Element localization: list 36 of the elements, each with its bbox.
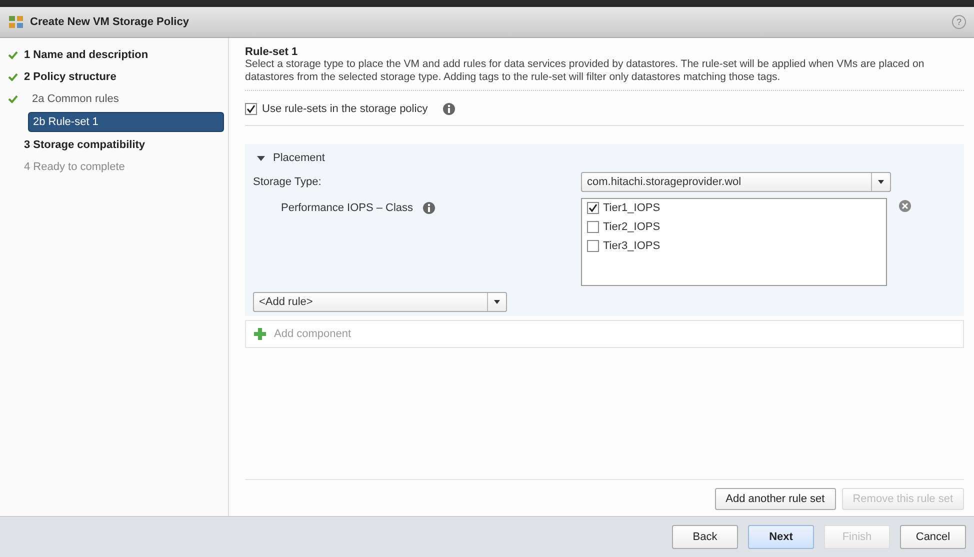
checkmark-icon xyxy=(8,51,18,59)
checkbox[interactable] xyxy=(245,103,257,115)
wizard-step[interactable]: 1 Name and description xyxy=(4,46,224,64)
option-label: Tier3_IOPS xyxy=(603,240,660,252)
option-label: Tier1_IOPS xyxy=(603,202,660,214)
rule-set-button[interactable]: Add another rule set xyxy=(714,488,836,510)
checkbox[interactable] xyxy=(587,240,599,252)
storage-policy-icon xyxy=(8,14,24,30)
wizard-step[interactable]: 3 Storage compatibility xyxy=(4,136,224,154)
window-title: Create New VM Storage Policy xyxy=(30,16,190,28)
wizard-button[interactable]: Cancel xyxy=(900,525,966,549)
option-label: Tier2_IOPS xyxy=(603,221,660,233)
storage-type-dropdown[interactable]: com.hitachi.storageprovider.wol xyxy=(581,172,891,192)
placement-title: Placement xyxy=(273,152,325,164)
storage-type-label: Storage Type: xyxy=(253,176,322,188)
info-icon xyxy=(442,103,455,115)
checkbox[interactable] xyxy=(587,202,599,214)
wizard-button[interactable]: Back xyxy=(672,525,738,549)
wizard-substep[interactable]: 2a Common rules xyxy=(4,90,224,108)
remove-icon[interactable] xyxy=(899,200,911,212)
expand-arrow-icon[interactable] xyxy=(257,154,265,162)
wizard-substep[interactable]: 2b Rule-set 1 xyxy=(28,112,224,132)
checkbox-label: Use rule-sets in the storage policy xyxy=(262,103,428,115)
rule-label: Performance IOPS – Class xyxy=(281,202,414,214)
dropdown-arrow-icon xyxy=(878,180,884,184)
dropdown-arrow-icon xyxy=(494,300,500,304)
checkmark-icon xyxy=(8,95,18,103)
section-description: Select a storage type to place the VM and add rules for data services provided by datastores. The rule-set will be applied when VMs are placed on datastores from the selected storage type. Adding tags to the rule-set will filter only datastores matching those tags. xyxy=(245,58,964,91)
plus-icon[interactable] xyxy=(254,328,266,340)
checkbox[interactable] xyxy=(587,221,599,233)
section-title: Rule-set 1 xyxy=(245,46,299,58)
info-icon xyxy=(423,202,436,214)
checkmark-icon xyxy=(8,73,18,81)
wizard-step[interactable]: 2 Policy structure xyxy=(4,68,224,86)
wizard-button[interactable]: Next xyxy=(748,525,814,549)
add-rule-dropdown[interactable]: <Add rule> xyxy=(253,292,507,312)
